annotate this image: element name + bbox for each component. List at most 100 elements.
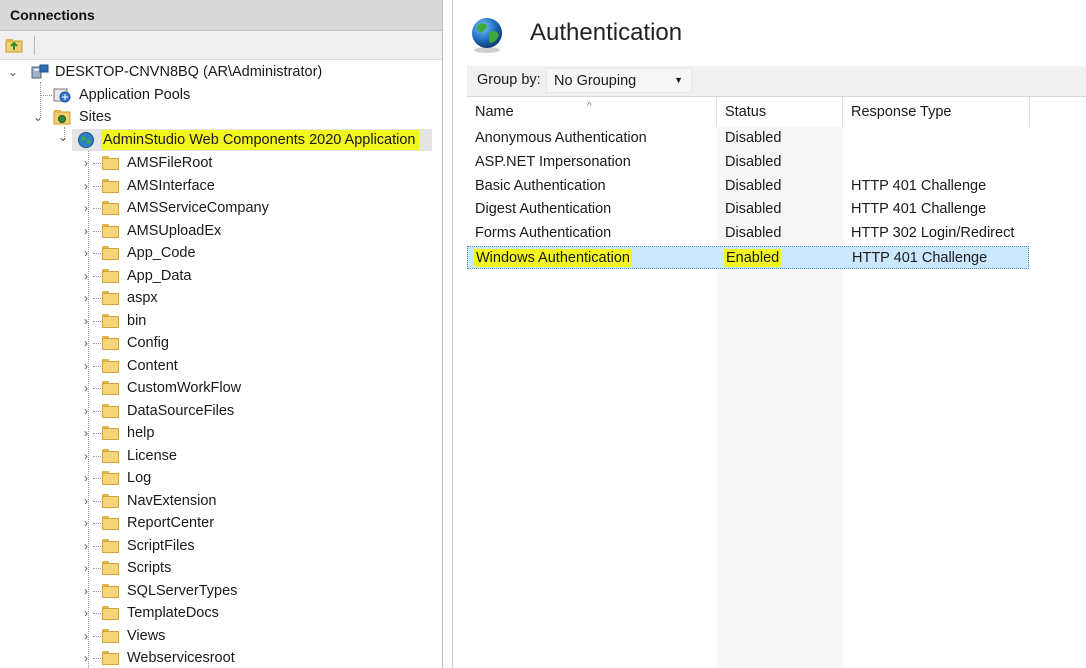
tree-node-server[interactable]: ⌄ DESKTOP-CNVN8BQ (AR\Administrator) (0, 62, 440, 82)
expand-icon[interactable]: › (81, 581, 91, 601)
tree-node-folder[interactable]: › App_Data (0, 266, 440, 286)
expand-icon[interactable]: › (81, 176, 91, 196)
folder-icon (102, 651, 119, 665)
page-title: Authentication (530, 19, 683, 46)
folder-label: Scripts (127, 560, 172, 576)
column-header-response-type[interactable]: Response Type (843, 97, 1030, 127)
collapse-icon[interactable]: ⌄ (33, 107, 43, 127)
tree-line (93, 410, 101, 412)
column-header-status[interactable]: Status (717, 97, 843, 127)
group-by-dropdown[interactable]: No Grouping ▼ (546, 68, 692, 93)
expand-icon[interactable]: › (81, 536, 91, 556)
tree-node-folder[interactable]: › Scripts (0, 558, 440, 578)
expand-icon[interactable]: › (81, 288, 91, 308)
table-row[interactable]: Basic Authentication Disabled HTTP 401 Cha… (467, 175, 1029, 198)
expand-icon[interactable]: › (81, 558, 91, 578)
connections-pane: Connections ⌄ DESKTOP-CNVN8BQ (AR\Admini… (0, 0, 443, 668)
expand-icon[interactable]: › (81, 468, 91, 488)
sites-label: Sites (79, 109, 112, 125)
tree-line (93, 500, 101, 502)
folder-label: DataSourceFiles (127, 402, 235, 419)
folder-icon (102, 381, 119, 395)
expand-icon[interactable]: › (81, 153, 91, 173)
expand-icon[interactable]: › (81, 446, 91, 466)
folder-label: License (127, 447, 177, 464)
expand-icon[interactable]: › (81, 603, 91, 623)
cell-response-text: HTTP 401 Challenge (851, 201, 987, 218)
expand-icon[interactable]: › (81, 401, 91, 421)
tree-node-folder[interactable]: › NavExtension (0, 491, 440, 511)
tree-node-application-pools[interactable]: Application Pools (0, 85, 440, 105)
tree-node-folder[interactable]: › AMSInterface (0, 176, 440, 196)
folder-label: AMSFileRoot (127, 155, 213, 171)
tree-node-folder[interactable]: › Config (0, 333, 440, 353)
tree-node-folder[interactable]: › DataSourceFiles (0, 401, 440, 421)
folder-icon (102, 403, 119, 418)
tree-line (93, 163, 101, 164)
features-grid: Name ^ Status Response Type Anonymous Au… (467, 97, 1086, 668)
column-header-status-label: Status (725, 104, 767, 120)
expand-icon[interactable]: › (81, 221, 91, 241)
up-level-icon[interactable] (5, 37, 23, 53)
table-row[interactable]: Anonymous Authentication Disabled (467, 127, 1029, 150)
cell-response-type (843, 151, 1030, 174)
tree-node-folder[interactable]: › SQLServerTypes (0, 581, 440, 601)
expand-icon[interactable]: › (81, 626, 91, 646)
folder-label: App_Data (127, 267, 192, 284)
cell-response-type (843, 127, 1030, 150)
expand-icon[interactable]: › (81, 198, 91, 218)
cell-response-text: HTTP 302 Login/Redirect (851, 225, 1015, 242)
collapse-icon[interactable]: ⌄ (8, 62, 18, 82)
collapse-icon[interactable]: ⌄ (58, 130, 68, 150)
table-row[interactable]: Forms Authentication Disabled HTTP 302 Log… (467, 222, 1029, 245)
tree-node-sites[interactable]: ⌄ Sites (0, 107, 440, 127)
folder-label: ReportCenter (127, 515, 215, 531)
tree-node-folder[interactable]: › Content (0, 356, 440, 376)
tree-node-folder[interactable]: › CustomWorkFlow (0, 378, 440, 398)
tree-node-folder[interactable]: › AMSServiceCompany (0, 198, 440, 218)
group-by-bar: Group by: No Grouping ▼ (467, 66, 1086, 97)
tree-line (93, 568, 101, 569)
expand-icon[interactable]: › (81, 513, 91, 533)
expand-icon[interactable]: › (81, 423, 91, 443)
tree-node-folder[interactable]: › TemplateDocs (0, 603, 440, 623)
tree-node-folder[interactable]: › Log (0, 468, 440, 488)
tree-node-folder[interactable]: › License (0, 446, 440, 466)
cell-status: Disabled (717, 222, 843, 245)
tree-node-folder[interactable]: › AMSUploadEx (0, 221, 440, 241)
table-row[interactable]: Windows Authentication Enabled HTTP 401 Ch… (467, 246, 1029, 269)
expand-icon[interactable]: › (81, 333, 91, 353)
folder-label: AMSUploadEx (127, 222, 222, 239)
column-header-name[interactable]: Name ^ (467, 97, 717, 127)
table-row[interactable]: ASP.NET Impersonation Disabled (467, 151, 1029, 174)
tree-node-folder[interactable]: › Views (0, 626, 440, 646)
tree-node-folder[interactable]: › aspx (0, 288, 440, 308)
folder-label: Views (127, 627, 166, 644)
folder-icon (102, 291, 119, 305)
expand-icon[interactable]: › (81, 243, 91, 263)
folder-icon (102, 561, 119, 575)
tree-node-folder[interactable]: › App_Code (0, 243, 440, 263)
cell-status: Enabled (718, 247, 844, 270)
expand-icon[interactable]: › (81, 648, 91, 668)
tree-node-folder[interactable]: › Webservicesroot (0, 648, 440, 668)
expand-icon[interactable]: › (81, 378, 91, 398)
tree-node-folder[interactable]: › ReportCenter (0, 513, 440, 533)
tree-line (93, 433, 101, 434)
tree-node-folder[interactable]: › bin (0, 311, 440, 331)
tree-node-site[interactable]: AdminStudio Web Components 2020 Applicat… (72, 129, 432, 151)
folder-icon (102, 471, 119, 485)
expand-icon[interactable]: › (81, 311, 91, 331)
expand-icon[interactable]: › (81, 491, 91, 511)
table-row[interactable]: Digest Authentication Disabled HTTP 401 Ch… (467, 198, 1029, 221)
tree-node-folder[interactable]: › AMSFileRoot (0, 153, 440, 173)
expand-icon[interactable]: › (81, 266, 91, 286)
cell-name-text: Forms Authentication (475, 225, 612, 242)
folder-label: aspx (127, 290, 158, 306)
tree-node-folder[interactable]: › ScriptFiles (0, 536, 440, 556)
expand-icon[interactable]: › (81, 356, 91, 376)
tree-line (93, 275, 101, 277)
tree-node-folder[interactable]: › help (0, 423, 440, 443)
cell-status-text: Disabled (725, 153, 782, 170)
tree-line (93, 320, 101, 322)
